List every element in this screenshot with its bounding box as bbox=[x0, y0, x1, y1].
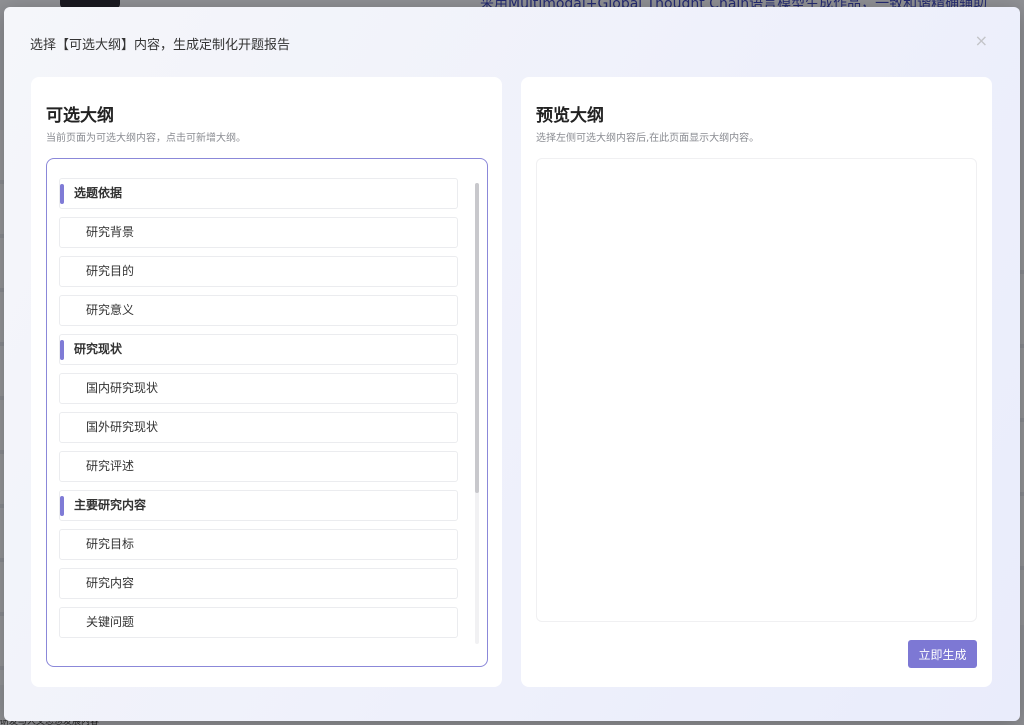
outline-scrollbar-thumb[interactable] bbox=[475, 183, 479, 493]
outline-sub-item[interactable]: 国外研究现状 bbox=[59, 412, 458, 443]
background-right-edge bbox=[1020, 200, 1024, 625]
outline-sub-item[interactable]: 研究评述 bbox=[59, 451, 458, 482]
optional-outline-list: 选题依据研究背景研究目的研究意义研究现状国内研究现状 国外研究现状 研究评述主要研究… bbox=[59, 178, 458, 646]
outline-sub-item[interactable]: 研究内容 bbox=[59, 568, 458, 599]
outline-scrollbar[interactable] bbox=[475, 183, 479, 644]
outline-sub-item[interactable]: 研究意义 bbox=[59, 295, 458, 326]
optional-outline-subtitle: 当前页面为可选大纲内容，点击可新增大纲。 bbox=[46, 133, 246, 144]
close-icon[interactable]: × bbox=[975, 33, 988, 49]
outline-sub-item[interactable]: 研究背景 bbox=[59, 217, 458, 248]
outline-section-item[interactable]: 研究现状 bbox=[59, 334, 458, 365]
outline-sub-item[interactable]: 研究目的 bbox=[59, 256, 458, 287]
generate-now-button[interactable]: 立即生成 bbox=[908, 640, 977, 668]
optional-outline-list-box[interactable]: 选题依据研究背景研究目的研究意义研究现状国内研究现状 国外研究现状 研究评述主要研究… bbox=[46, 158, 488, 667]
outline-section-item[interactable]: 主要研究内容 bbox=[59, 490, 458, 521]
preview-outline-panel: 预览大纲 选择左侧可选大纲内容后,在此页面显示大纲内容。 立即生成 bbox=[521, 77, 992, 687]
optional-outline-panel: 可选大纲 当前页面为可选大纲内容，点击可新增大纲。 选题依据研究背景研究目的研究… bbox=[31, 77, 502, 687]
preview-outline-area bbox=[536, 158, 977, 622]
outline-sub-item[interactable]: 关键问题 bbox=[59, 607, 458, 638]
outline-sub-item[interactable]: 研究目标 bbox=[59, 529, 458, 560]
outline-sub-item[interactable]: 国内研究现状 bbox=[59, 373, 458, 404]
preview-outline-subtitle: 选择左侧可选大纲内容后,在此页面显示大纲内容。 bbox=[536, 133, 760, 144]
optional-outline-heading: 可选大纲 bbox=[46, 106, 114, 126]
outline-section-item[interactable]: 选题依据 bbox=[59, 178, 458, 209]
modal-title: 选择【可选大纲】内容，生成定制化开题报告 bbox=[30, 38, 291, 53]
preview-outline-heading: 预览大纲 bbox=[536, 106, 604, 126]
outline-modal: 选择【可选大纲】内容，生成定制化开题报告 × 可选大纲 当前页面为可选大纲内容，… bbox=[4, 7, 1020, 721]
